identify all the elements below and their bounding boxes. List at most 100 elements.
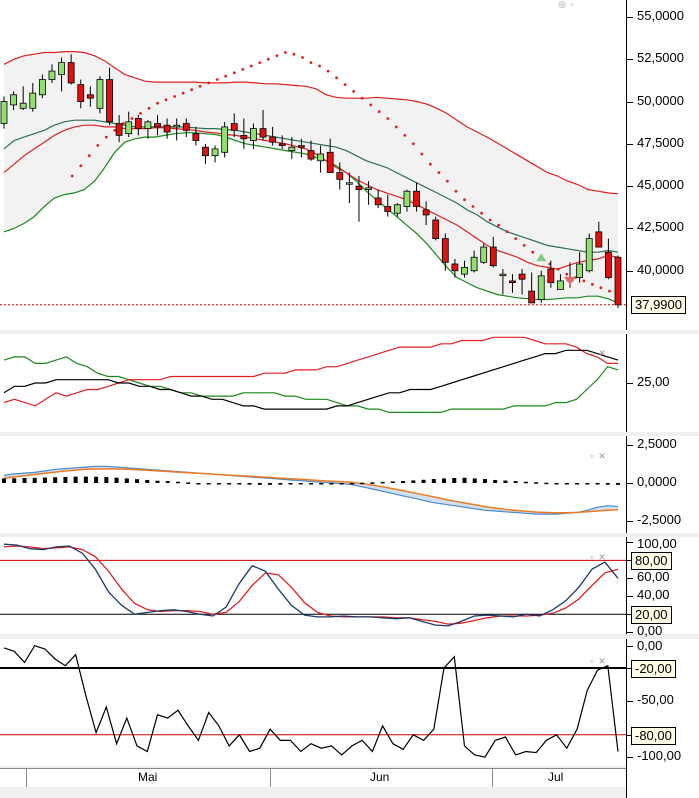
close-icon[interactable]: ✕ — [598, 349, 606, 358]
axis-tick — [627, 596, 633, 598]
sar-point — [79, 164, 83, 168]
restore-icon[interactable]: ▫ — [588, 657, 596, 666]
dmi-series-line — [3, 349, 619, 410]
macd-histogram-bar — [298, 482, 303, 485]
macd-histogram-bar — [564, 482, 569, 485]
candle-body — [451, 263, 459, 272]
stochastic-k-line — [3, 543, 619, 627]
restore-icon[interactable]: ▫ — [568, 0, 576, 9]
axis-tick — [627, 645, 633, 647]
sar-point — [284, 51, 287, 54]
candle-body — [585, 238, 593, 272]
macd-histogram-bar — [135, 479, 140, 483]
time-label-jul: Jul — [548, 770, 564, 784]
refresh-icon[interactable]: ◎ — [558, 0, 566, 9]
macd-histogram-bar — [616, 482, 620, 485]
sar-point — [471, 205, 475, 208]
candle-body — [509, 280, 516, 284]
axis-tick-label: 0,00 — [637, 623, 663, 639]
candle-body — [384, 206, 392, 212]
candle-body — [499, 273, 507, 277]
candle-body — [595, 231, 603, 248]
last-price-label: 37,9900 — [631, 295, 686, 314]
axis-tick-label: -50,00 — [637, 692, 674, 708]
candle-body — [19, 102, 27, 109]
axis-tick — [627, 383, 633, 384]
candle-body — [441, 238, 449, 263]
dmi-series-line — [3, 356, 619, 413]
macd-histogram-bar — [401, 481, 406, 483]
macd-histogram-bar — [94, 476, 99, 483]
restore-icon[interactable]: ▫ — [588, 553, 596, 562]
candle-body — [154, 123, 161, 128]
sar-point — [318, 64, 321, 68]
macd-histogram-bar — [2, 478, 6, 483]
macd-histogram-bar — [145, 479, 150, 483]
sar-point — [326, 69, 330, 73]
time-axis-separator — [26, 769, 27, 787]
macd-histogram-bar — [411, 480, 416, 483]
sar-point — [190, 88, 194, 92]
sar-point — [181, 91, 185, 95]
candle-body — [470, 256, 478, 272]
sar-point — [207, 81, 211, 85]
sar-point — [599, 286, 603, 290]
stochastic-panel-controls[interactable]: ▫ ✕ — [588, 553, 608, 565]
sar-point — [258, 61, 262, 64]
candle-body — [182, 123, 190, 131]
axis-tick — [627, 228, 633, 230]
sar-point — [437, 171, 441, 175]
macd-histogram-bar — [114, 477, 119, 483]
sar-point — [198, 84, 202, 88]
macd-histogram-bar — [595, 482, 600, 485]
axis-tick-label: 80,00 — [631, 552, 672, 571]
macd-histogram-bar — [319, 482, 324, 485]
price-panel-controls[interactable]: ◎ ▫ — [558, 0, 578, 12]
sar-point — [386, 117, 390, 120]
macd-histogram-bar — [104, 477, 109, 483]
close-icon[interactable]: ✕ — [598, 553, 606, 562]
macd-histogram-bar — [554, 482, 559, 485]
candle-body — [537, 275, 545, 300]
macd-histogram-bar — [216, 482, 221, 485]
candle-body — [230, 123, 238, 131]
axis-tick — [627, 186, 633, 188]
sar-point — [582, 279, 586, 283]
axis-tick-label: 40,00 — [637, 587, 670, 603]
macd-histogram-bar — [493, 479, 498, 483]
candle-body — [326, 151, 334, 174]
sar-point — [275, 54, 279, 58]
sar-point — [556, 267, 560, 271]
sar-point — [505, 230, 509, 234]
candle-body — [192, 133, 200, 141]
candle-body — [125, 121, 133, 135]
macd-histogram-bar — [32, 477, 37, 483]
sar-point — [369, 103, 373, 107]
candle-body — [518, 273, 526, 280]
williams-panel-controls[interactable]: ▫ ✕ — [588, 657, 608, 669]
candle-body — [163, 124, 171, 133]
sar-point — [591, 282, 594, 286]
macd-histogram-bar — [349, 482, 354, 485]
candle-body — [240, 134, 248, 140]
sar-point — [565, 272, 569, 276]
dmi-axis: 25,00 — [626, 334, 699, 432]
candle-body — [211, 148, 219, 157]
candle-body — [605, 251, 612, 278]
macd-histogram-bar — [53, 477, 58, 483]
macd-histogram-bar — [288, 482, 293, 485]
close-icon[interactable]: ✕ — [598, 452, 606, 461]
restore-icon[interactable]: ▫ — [588, 452, 596, 461]
macd-histogram-bar — [268, 482, 273, 485]
macd-histogram-bar — [83, 476, 88, 483]
sar-point — [454, 189, 458, 193]
macd-histogram-bar — [360, 482, 365, 485]
restore-icon[interactable]: ▫ — [588, 349, 596, 358]
macd-panel-controls[interactable]: ▫ ✕ — [588, 452, 608, 464]
williams-r-line — [3, 644, 619, 758]
chart-plot — [0, 51, 626, 758]
macd-histogram-bar — [339, 482, 344, 485]
dmi-panel-controls[interactable]: ▫ ✕ — [588, 349, 608, 361]
macd-histogram-bar — [12, 478, 17, 483]
close-icon[interactable]: ✕ — [598, 657, 606, 666]
